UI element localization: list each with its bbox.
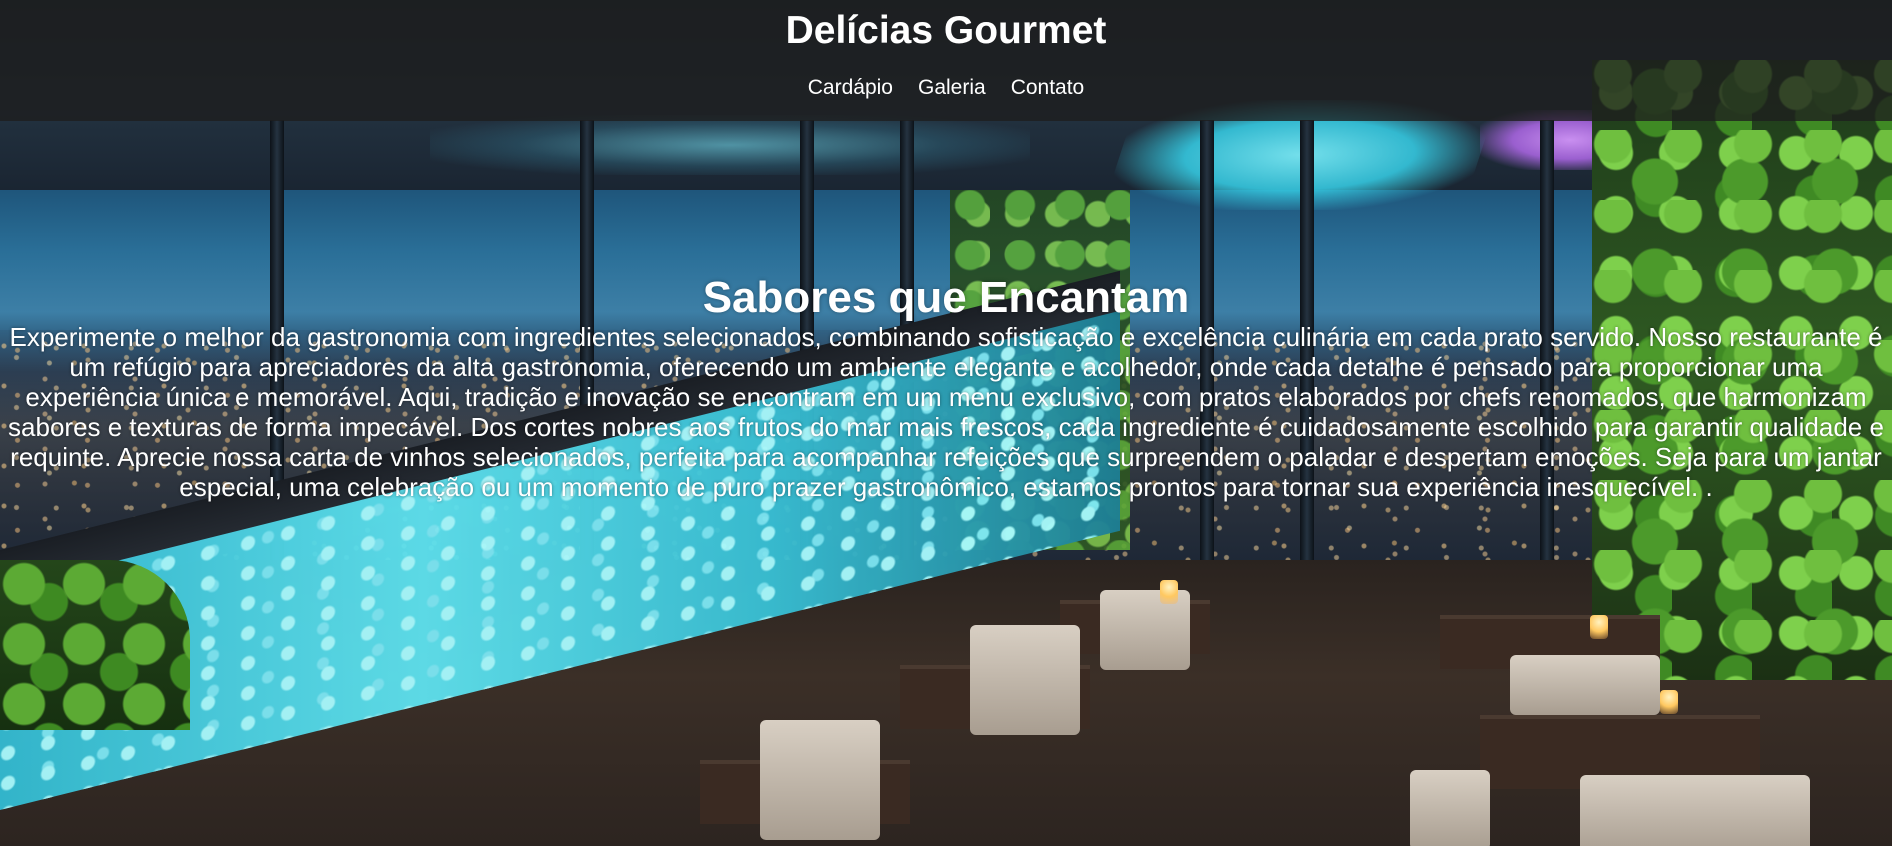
hero-section: Sabores que Encantam Experimente o melho…: [0, 273, 1892, 503]
main-nav: Cardápio Galeria Contato: [0, 76, 1892, 100]
page: Delícias Gourmet Cardápio Galeria Contat…: [0, 0, 1892, 846]
hero-title: Sabores que Encantam: [702, 273, 1190, 322]
nav-link-contato[interactable]: Contato: [1011, 76, 1085, 100]
site-title: Delícias Gourmet: [785, 9, 1107, 52]
nav-link-galeria[interactable]: Galeria: [918, 76, 986, 100]
site-header: Delícias Gourmet Cardápio Galeria Contat…: [0, 0, 1892, 121]
nav-link-cardapio[interactable]: Cardápio: [808, 76, 893, 100]
hero-description: Experimente o melhor da gastronomia com …: [8, 322, 1884, 502]
